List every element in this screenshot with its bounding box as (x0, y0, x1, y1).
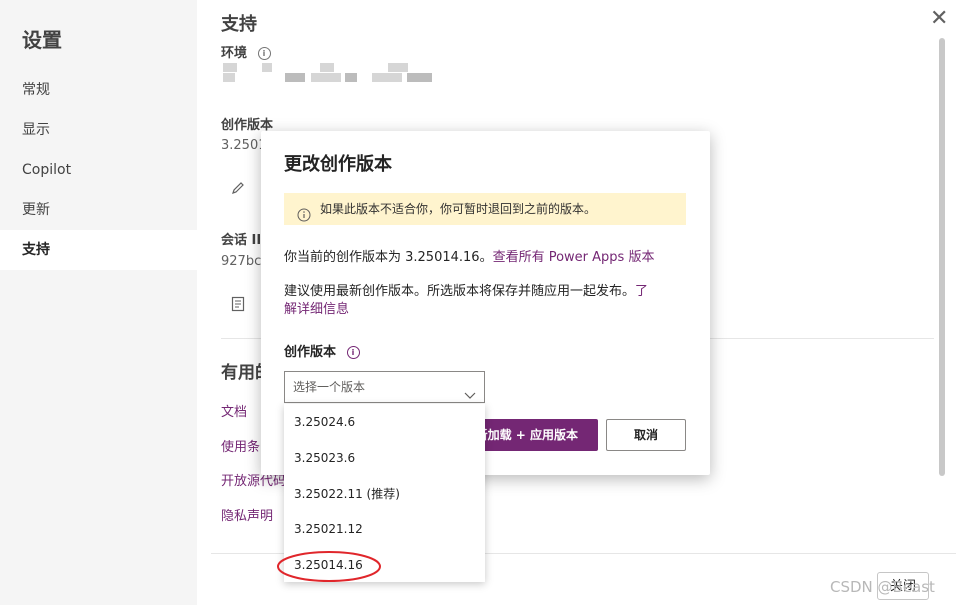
info-icon (297, 202, 311, 234)
version-option[interactable]: 3.25024.6 (284, 404, 485, 440)
version-select[interactable]: 选择一个版本 (284, 371, 485, 403)
settings-sidebar: 设置 常规 显示 Copilot 更新 支持 (0, 0, 197, 605)
sidebar-item-updates[interactable]: 更新 (0, 190, 197, 230)
warning-message-bar: 如果此版本不适合你，你可暂时退回到之前的版本。 (284, 193, 686, 225)
dialog-title: 更改创作版本 (284, 154, 392, 175)
warning-text: 如果此版本不适合你，你可暂时退回到之前的版本。 (320, 202, 597, 216)
version-field-label: 创作版本 i (284, 341, 360, 360)
environment-label: 环境 i (221, 42, 271, 61)
cancel-button[interactable]: 取消 (606, 419, 686, 451)
version-option-current[interactable]: 3.25014.16 (284, 547, 485, 583)
version-option-recommended[interactable]: 3.25022.11 (推荐) (284, 476, 485, 512)
authoring-version-value: 3.2501 (221, 138, 267, 153)
sidebar-item-display[interactable]: 显示 (0, 110, 197, 150)
scrollbar[interactable] (938, 38, 946, 476)
select-placeholder: 选择一个版本 (293, 380, 366, 394)
sidebar-item-copilot[interactable]: Copilot (0, 150, 197, 190)
version-option[interactable]: 3.25023.6 (284, 440, 485, 476)
session-id-value: 927bc (221, 254, 262, 269)
docs-link[interactable]: 文档 (221, 401, 247, 420)
page-title: 支持 (221, 14, 257, 35)
terms-link[interactable]: 使用条 (221, 436, 260, 455)
version-field-label-text: 创作版本 (284, 345, 337, 360)
session-id-label: 会话 II (221, 233, 262, 248)
close-icon[interactable]: ✕ (930, 8, 948, 30)
version-listbox: 3.25024.6 3.25023.6 3.25022.11 (推荐) 3.25… (284, 404, 485, 582)
current-version-label: 你当前的创作版本为 3.25014.16。 (284, 250, 493, 265)
privacy-link[interactable]: 隐私声明 (221, 505, 273, 524)
edit-icon[interactable] (230, 180, 246, 200)
recommendation-text: 建议使用最新创作版本。所选版本将保存并随应用一起发布。了解详细信息 (284, 283, 686, 319)
sidebar-item-general[interactable]: 常规 (0, 70, 197, 110)
watermark: CSDN @Beast (830, 578, 935, 596)
info-icon[interactable]: i (257, 47, 271, 60)
sidebar-title: 设置 (22, 28, 62, 52)
view-all-versions-link[interactable]: 查看所有 Power Apps 版本 (493, 250, 655, 265)
document-icon[interactable] (231, 296, 245, 316)
version-option[interactable]: 3.25021.12 (284, 511, 485, 547)
scrollbar-thumb[interactable] (939, 38, 945, 476)
current-version-text: 你当前的创作版本为 3.25014.16。查看所有 Power Apps 版本 (284, 249, 654, 267)
environment-label-text: 环境 (221, 46, 248, 61)
learn-more-link[interactable]: 解详细信息 (284, 302, 349, 317)
recommendation-label: 建议使用最新创作版本。所选版本将保存并随应用一起发布。 (284, 284, 636, 299)
sidebar-item-support[interactable]: 支持 (0, 230, 197, 270)
learn-more-link-start[interactable]: 了 (635, 284, 648, 299)
info-icon[interactable]: i (346, 346, 360, 359)
